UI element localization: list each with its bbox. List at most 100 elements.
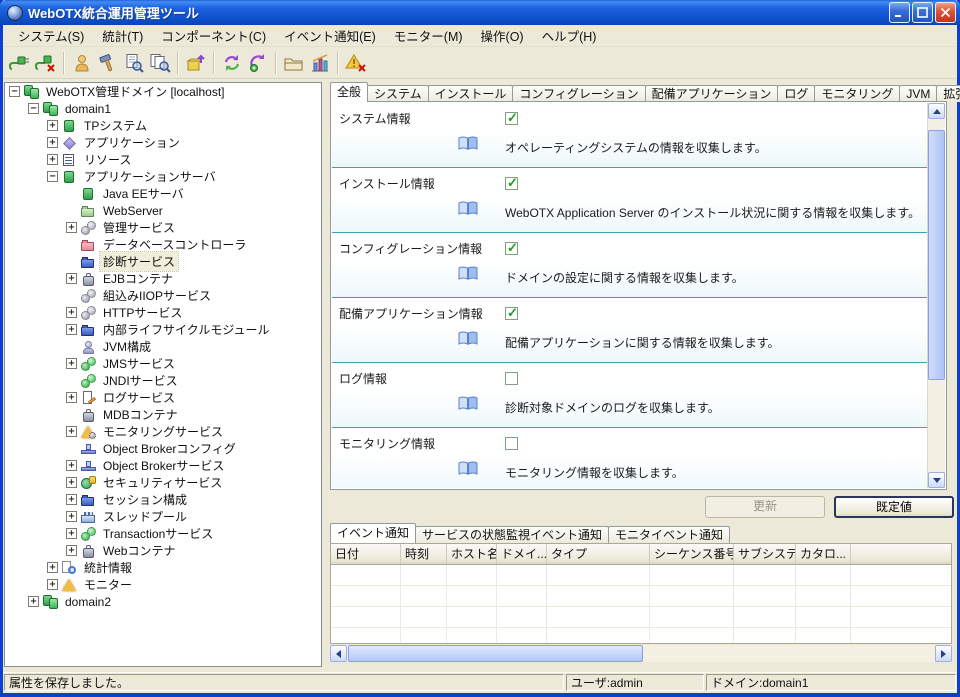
tree-item-domain1[interactable]: − domain1 xyxy=(5,100,321,117)
column-header-type[interactable]: タイプ xyxy=(547,544,650,564)
tree-toggle[interactable]: + xyxy=(28,596,39,607)
tree-toggle[interactable]: + xyxy=(47,120,58,131)
menu-item-statistics[interactable]: 統計(T) xyxy=(93,24,152,47)
user-button[interactable] xyxy=(69,50,95,76)
view-document-button[interactable] xyxy=(121,50,147,76)
tree-item-mdb-container[interactable]: MDBコンテナ xyxy=(5,406,321,423)
tree-item-object-broker-config[interactable]: Object Brokerコンフィグ xyxy=(5,440,321,457)
column-header-date[interactable]: 日付 xyxy=(331,544,401,564)
tree-item-resource[interactable]: + リソース xyxy=(5,151,321,168)
tree-toggle[interactable]: + xyxy=(66,358,77,369)
scroll-up-button[interactable] xyxy=(928,103,945,119)
tree-item-webotx-domain-root[interactable]: − WebOTX管理ドメイン [localhost] xyxy=(5,83,321,100)
tree-toggle[interactable]: − xyxy=(9,86,20,97)
deployed-application-info-checkbox[interactable] xyxy=(505,307,518,320)
close-button[interactable] xyxy=(935,2,956,23)
tab-system[interactable]: システム xyxy=(367,85,429,102)
tree-item-monitor[interactable]: + モニター xyxy=(5,576,321,593)
table-row[interactable] xyxy=(331,628,951,644)
tree-item-session-config[interactable]: + セッション構成 xyxy=(5,491,321,508)
tree-item-http-service[interactable]: + HTTPサービス xyxy=(5,304,321,321)
tree-toggle[interactable]: + xyxy=(47,137,58,148)
scroll-left-button[interactable] xyxy=(330,645,347,662)
event-table-horizontal-scrollbar[interactable] xyxy=(330,645,952,662)
tree-item-log-service[interactable]: + ログサービス xyxy=(5,389,321,406)
tab-configuration[interactable]: コンフィグレーション xyxy=(512,85,645,102)
event-tab-service-status-event-notification[interactable]: サービスの状態監視イベント通知 xyxy=(415,526,609,543)
tree-item-webserver[interactable]: WebServer xyxy=(5,202,321,219)
column-header-sequence[interactable]: シーケンス番号 xyxy=(650,544,734,564)
tree-item-jvm-config[interactable]: JVM構成 xyxy=(5,338,321,355)
event-tab-monitor-event-notification[interactable]: モニタイベント通知 xyxy=(608,526,730,543)
deploy-package-button[interactable] xyxy=(183,50,209,76)
tree-toggle[interactable]: − xyxy=(47,171,58,182)
menu-item-help[interactable]: ヘルプ(H) xyxy=(533,24,606,47)
tree-item-web-container[interactable]: + Webコンテナ xyxy=(5,542,321,559)
tree-item-jms-service[interactable]: + JMSサービス xyxy=(5,355,321,372)
tree-item-monitoring-service[interactable]: + モニタリングサービス xyxy=(5,423,321,440)
refresh-new-button[interactable] xyxy=(245,50,271,76)
tree-toggle[interactable]: + xyxy=(66,460,77,471)
update-button[interactable]: 更新 xyxy=(705,496,825,518)
column-header-catalog[interactable]: カタロ... xyxy=(796,544,851,564)
tree-toggle[interactable]: + xyxy=(66,307,77,318)
table-row[interactable] xyxy=(331,565,951,586)
tree-toggle[interactable]: + xyxy=(47,154,58,165)
maximize-button[interactable] xyxy=(912,2,933,23)
clear-alert-button[interactable] xyxy=(343,50,369,76)
tab-monitoring[interactable]: モニタリング xyxy=(814,85,900,102)
tree-toggle[interactable]: + xyxy=(66,222,77,233)
tree-toggle[interactable]: + xyxy=(66,545,77,556)
table-row[interactable] xyxy=(331,586,951,607)
system-info-checkbox[interactable] xyxy=(505,112,518,125)
tree-toggle[interactable]: + xyxy=(66,324,77,335)
disconnect-button[interactable] xyxy=(33,50,59,76)
tree-toggle[interactable]: + xyxy=(66,494,77,505)
monitoring-info-checkbox[interactable] xyxy=(505,437,518,450)
menu-item-operation[interactable]: 操作(O) xyxy=(472,24,533,47)
tree-item-tp-system[interactable]: + TPシステム xyxy=(5,117,321,134)
tree-toggle[interactable]: + xyxy=(66,511,77,522)
tree-item-domain2[interactable]: + domain2 xyxy=(5,593,321,610)
tree-toggle[interactable]: + xyxy=(66,273,77,284)
menu-item-component[interactable]: コンポーネント(C) xyxy=(152,24,275,47)
tree-toggle[interactable]: + xyxy=(66,392,77,403)
open-folder-button[interactable] xyxy=(281,50,307,76)
install-info-checkbox[interactable] xyxy=(505,177,518,190)
scroll-thumb[interactable] xyxy=(348,645,643,662)
tab-general[interactable]: 全般 xyxy=(330,82,368,102)
tree-item-javaee-server[interactable]: Java EEサーバ xyxy=(5,185,321,202)
tab-extension[interactable]: 拡張 xyxy=(936,85,960,102)
tab-jvm[interactable]: JVM xyxy=(899,85,937,102)
tree-item-embedded-iiop-service[interactable]: 組込みIIOPサービス xyxy=(5,287,321,304)
column-header-subsystem[interactable]: サブシステ... xyxy=(734,544,796,564)
tree-item-transaction-service[interactable]: + Transactionサービス xyxy=(5,525,321,542)
tree-item-statistics-info[interactable]: + 統計情報 xyxy=(5,559,321,576)
tree-toggle[interactable]: − xyxy=(28,103,39,114)
tree-item-object-broker-service[interactable]: + Object Brokerサービス xyxy=(5,457,321,474)
tree-item-diagnostic-service[interactable]: 診断サービス xyxy=(5,253,321,270)
tree-toggle[interactable]: + xyxy=(66,426,77,437)
menu-item-event-notification[interactable]: イベント通知(E) xyxy=(275,24,385,47)
tree-item-database-controller[interactable]: データベースコントローラ xyxy=(5,236,321,253)
tree-item-internal-lifecycle-module[interactable]: + 内部ライフサイクルモジュール xyxy=(5,321,321,338)
menu-item-monitor[interactable]: モニター(M) xyxy=(385,24,472,47)
tab-install[interactable]: インストール xyxy=(428,85,514,102)
tab-deployed-applications[interactable]: 配備アプリケーション xyxy=(645,85,779,102)
event-tab-event-notification[interactable]: イベント通知 xyxy=(330,523,416,543)
tree-toggle[interactable]: + xyxy=(66,528,77,539)
configuration-info-checkbox[interactable] xyxy=(505,242,518,255)
build-button[interactable] xyxy=(95,50,121,76)
scroll-thumb[interactable] xyxy=(928,130,945,380)
connect-button[interactable] xyxy=(7,50,33,76)
tree-item-application[interactable]: + アプリケーション xyxy=(5,134,321,151)
tab-log[interactable]: ログ xyxy=(777,85,815,102)
view-documents-button[interactable] xyxy=(147,50,173,76)
column-header-time[interactable]: 時刻 xyxy=(401,544,447,564)
tree-item-security-service[interactable]: + セキュリティサービス xyxy=(5,474,321,491)
column-header-host[interactable]: ホスト名 xyxy=(447,544,497,564)
default-values-button[interactable]: 既定値 xyxy=(834,496,954,518)
minimize-button[interactable] xyxy=(889,2,910,23)
log-info-checkbox[interactable] xyxy=(505,372,518,385)
statistics-chart-button[interactable] xyxy=(307,50,333,76)
